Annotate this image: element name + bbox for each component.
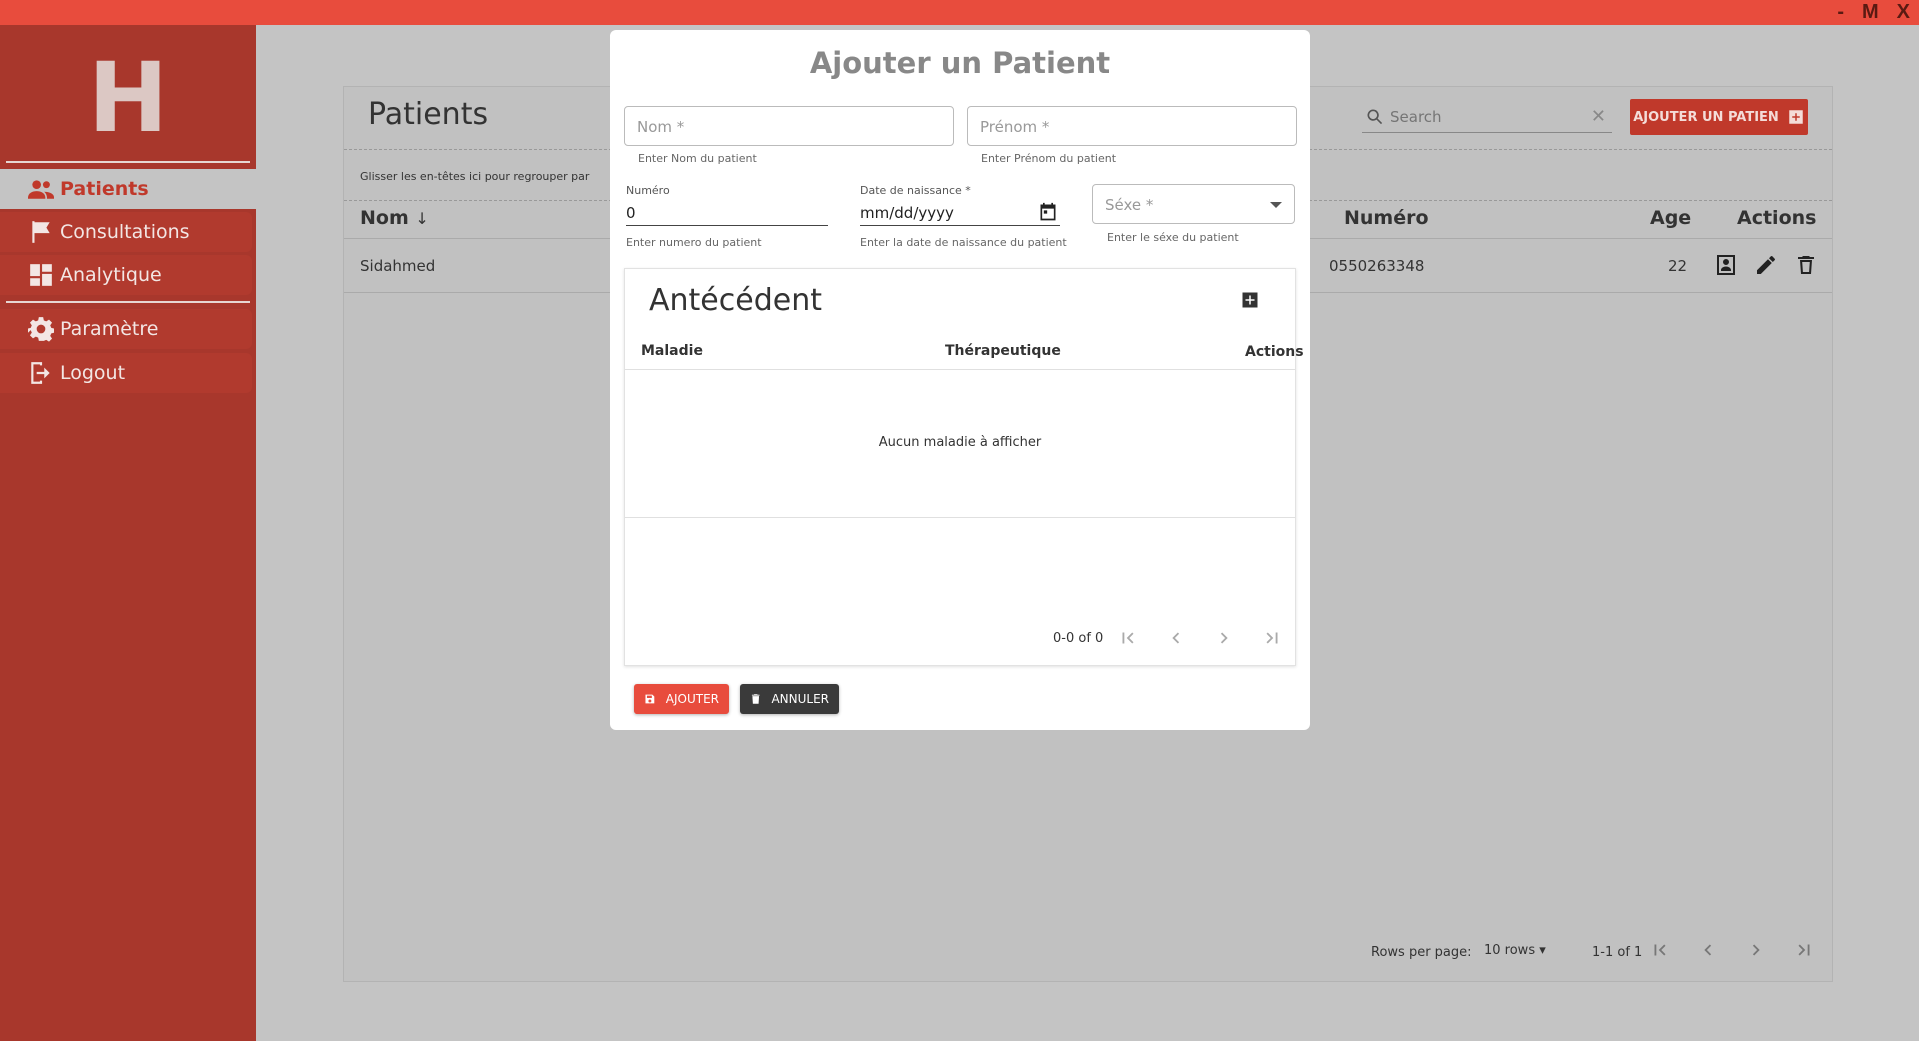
- column-header-actions: Actions: [1737, 207, 1817, 229]
- sidebar-item-label: Consultations: [60, 221, 190, 243]
- caret-down-icon: ▾: [1539, 943, 1546, 958]
- clear-search-icon[interactable]: ✕: [1585, 106, 1612, 127]
- sidebar-item-label: Paramètre: [60, 318, 159, 340]
- first-page-icon[interactable]: [1117, 627, 1139, 649]
- header-divider: [625, 369, 1295, 370]
- maximize-button[interactable]: M: [1853, 0, 1888, 25]
- cell-age: 22: [1668, 257, 1688, 275]
- title-bar: - M X: [0, 0, 1919, 25]
- cell-nom: Sidahmed: [360, 257, 436, 275]
- column-header-therapeutique[interactable]: Thérapeutique: [945, 343, 1061, 359]
- pagination-range: 1-1 of 1: [1592, 945, 1643, 960]
- gear-icon: [28, 317, 54, 342]
- prenom-helper: Enter Prénom du patient: [981, 152, 1117, 165]
- date-helper: Enter la date de naissance du patient: [860, 236, 1067, 249]
- contact-card-icon[interactable]: [1714, 253, 1738, 277]
- caret-down-icon: [1270, 202, 1282, 208]
- dialog-title: Ajouter un Patient: [809, 46, 1111, 80]
- pagination-nav: [1117, 627, 1283, 649]
- pagination-nav: [1649, 939, 1815, 961]
- nom-field[interactable]: Nom *: [624, 106, 954, 146]
- flag-icon: [32, 221, 50, 243]
- sidebar-item-label: Analytique: [60, 264, 162, 286]
- delete-icon[interactable]: [1794, 253, 1818, 277]
- first-page-icon[interactable]: [1649, 939, 1671, 961]
- antecedent-title: Antécédent: [649, 283, 822, 318]
- rows-per-page-value: 10 rows: [1484, 943, 1536, 958]
- column-header-numero[interactable]: Numéro: [1344, 207, 1429, 229]
- add-box-icon[interactable]: [1241, 291, 1259, 309]
- sidebar-item-patients[interactable]: Patients: [0, 169, 256, 209]
- sidebar-item-consultations[interactable]: Consultations: [0, 212, 252, 252]
- sidebar-item-label: Patients: [60, 178, 149, 200]
- sidebar-item-analytique[interactable]: Analytique: [0, 255, 252, 295]
- sexe-helper: Enter le séxe du patient: [1107, 231, 1239, 244]
- sidebar-divider: [6, 161, 250, 163]
- column-header-nom[interactable]: Nom ↓: [360, 207, 429, 229]
- edit-icon[interactable]: [1754, 253, 1778, 277]
- calendar-icon[interactable]: [1038, 202, 1058, 222]
- add-patient-button[interactable]: AJOUTER UN PATIEN: [1630, 99, 1808, 135]
- date-label: Date de naissance *: [860, 184, 971, 197]
- column-header-maladie[interactable]: Maladie: [641, 343, 703, 359]
- last-page-icon[interactable]: [1261, 627, 1283, 649]
- add-patient-label: AJOUTER UN PATIEN: [1633, 109, 1779, 125]
- window-controls: - M X: [1828, 0, 1919, 25]
- logout-icon: [31, 362, 50, 384]
- search-input[interactable]: [1390, 107, 1585, 126]
- sidebar: H Patients Consultations Analytique Para…: [0, 25, 256, 1041]
- save-label: AJOUTER: [665, 692, 719, 706]
- column-header-actions: Actions: [1245, 344, 1304, 360]
- sort-arrow-icon: ↓: [415, 209, 429, 228]
- search-icon: [1367, 109, 1383, 124]
- people-icon: [28, 180, 54, 199]
- empty-state: Aucun maladie à afficher: [878, 435, 1042, 450]
- nom-helper: Enter Nom du patient: [638, 152, 757, 165]
- pagination-range: 0-0 of 0: [1053, 631, 1104, 646]
- column-header-label: Nom: [360, 207, 409, 229]
- prev-page-icon[interactable]: [1165, 627, 1187, 649]
- search-box: ✕: [1362, 101, 1612, 133]
- group-hint: Glisser les en-têtes ici pour regrouper …: [360, 170, 590, 183]
- sexe-select[interactable]: Séxe *: [1092, 184, 1295, 224]
- last-page-icon[interactable]: [1793, 939, 1815, 961]
- rows-per-page-select[interactable]: 10 rows ▾: [1484, 943, 1546, 958]
- sidebar-item-logout[interactable]: Logout: [0, 353, 252, 393]
- dashboard-icon: [30, 264, 52, 286]
- next-page-icon[interactable]: [1213, 627, 1235, 649]
- close-button[interactable]: X: [1888, 0, 1919, 25]
- numero-helper: Enter numero du patient: [626, 236, 762, 249]
- minimize-button[interactable]: -: [1828, 0, 1853, 25]
- cancel-label: ANNULER: [771, 692, 829, 706]
- save-button[interactable]: AJOUTER: [634, 684, 729, 714]
- save-icon: [645, 694, 655, 704]
- column-header-age[interactable]: Age: [1650, 207, 1691, 229]
- numero-input[interactable]: 0: [626, 200, 828, 226]
- sidebar-item-label: Logout: [60, 362, 126, 384]
- add-patient-dialog: Ajouter un Patient Nom * Enter Nom du pa…: [610, 30, 1310, 730]
- rows-per-page-label: Rows per page:: [1371, 945, 1472, 960]
- sidebar-item-parametre[interactable]: Paramètre: [0, 309, 252, 349]
- prev-page-icon[interactable]: [1697, 939, 1719, 961]
- date-input[interactable]: mm/dd/yyyy: [860, 200, 1060, 226]
- cancel-button[interactable]: ANNULER: [740, 684, 839, 714]
- cell-numero: 0550263348: [1329, 257, 1425, 275]
- add-box-icon: [1789, 110, 1803, 124]
- trash-icon: [751, 694, 760, 704]
- next-page-icon[interactable]: [1745, 939, 1767, 961]
- row-actions: [1714, 253, 1818, 277]
- page-title: Patients: [368, 97, 489, 132]
- prenom-field[interactable]: Prénom *: [967, 106, 1297, 146]
- antecedent-table: Antécédent Maladie Thérapeutique Actions…: [624, 268, 1304, 666]
- numero-label: Numéro: [626, 184, 670, 197]
- app-logo: H: [87, 42, 169, 154]
- body-divider: [625, 517, 1295, 518]
- sidebar-divider: [6, 301, 250, 303]
